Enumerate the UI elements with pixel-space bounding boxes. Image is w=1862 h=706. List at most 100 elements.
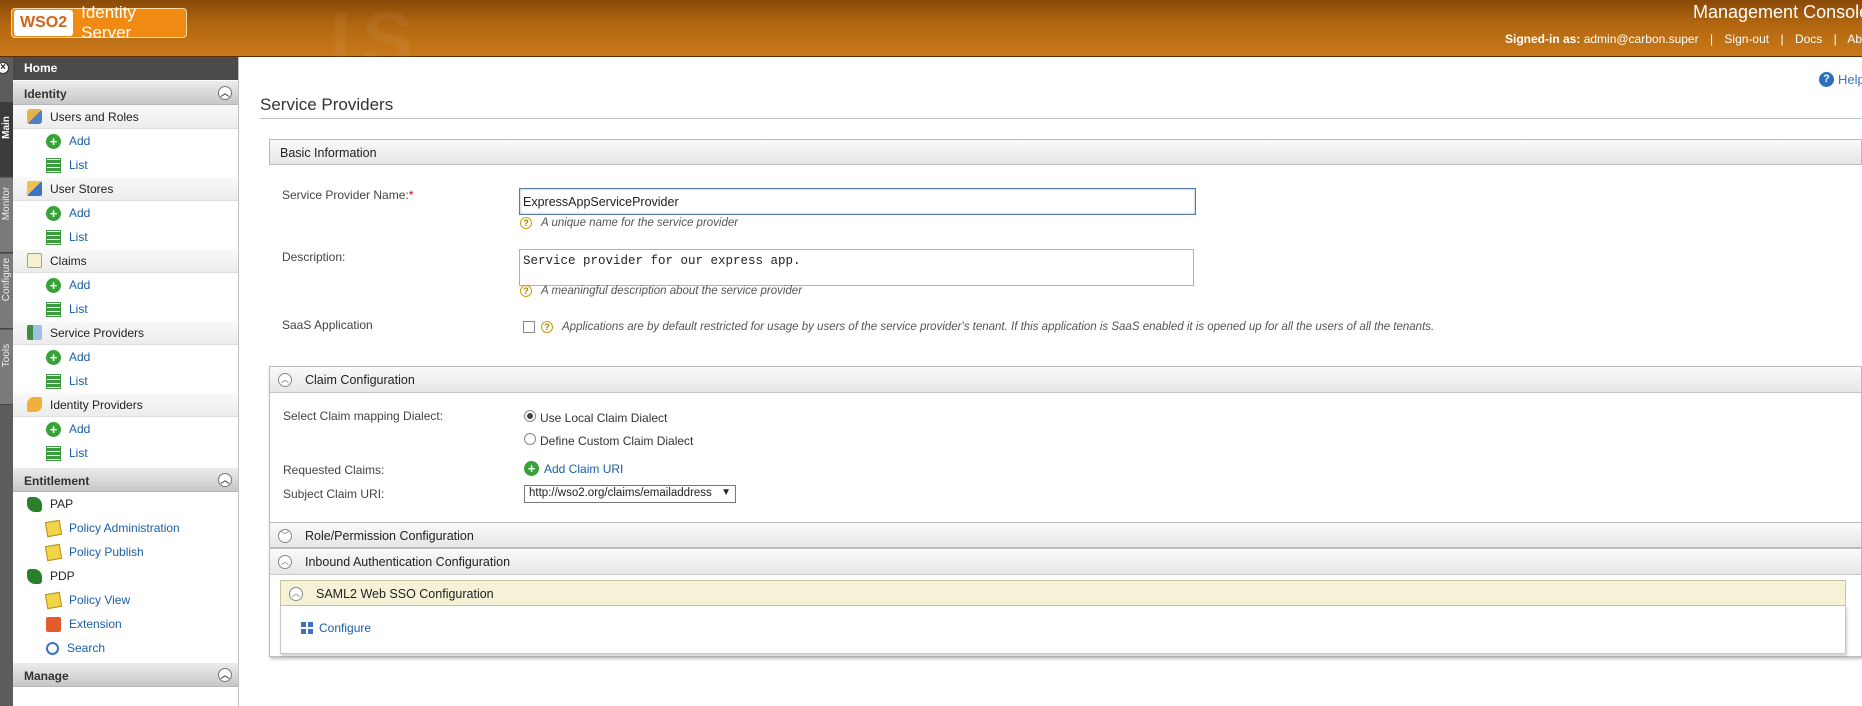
inbound-auth-header[interactable]: ︿ Inbound Authentication Configuration bbox=[270, 549, 1861, 575]
sidebar-item-users-and-roles[interactable]: Users and Roles bbox=[13, 105, 238, 129]
add-icon: + bbox=[46, 277, 61, 293]
tab-main[interactable]: Main bbox=[0, 102, 13, 177]
add-icon: + bbox=[46, 421, 61, 437]
identity-providers-icon bbox=[27, 397, 42, 412]
section-title: Manage bbox=[24, 669, 69, 683]
add-icon: + bbox=[46, 349, 61, 365]
sidebar-item-identity-providers-add[interactable]: + Add bbox=[13, 417, 238, 441]
policy-publish-icon bbox=[44, 543, 63, 561]
chevron-up-icon[interactable]: ︿ bbox=[278, 555, 292, 569]
help-question-icon: ? bbox=[520, 217, 532, 229]
panel-header: Basic Information bbox=[270, 140, 1861, 164]
claims-icon bbox=[27, 253, 42, 268]
section-entitlement[interactable]: Entitlement ︿ bbox=[13, 467, 238, 492]
chevron-up-icon[interactable]: ︿ bbox=[289, 587, 303, 601]
role-permission-header[interactable]: ﹀ Role/Permission Configuration bbox=[270, 523, 1861, 547]
docs-link[interactable]: Docs bbox=[1795, 32, 1822, 46]
sidebar-item-policy-administration[interactable]: Policy Administration bbox=[13, 516, 238, 540]
sidebar-item-service-providers-list[interactable]: List bbox=[13, 369, 238, 393]
sidebar-item-service-providers-add[interactable]: + Add bbox=[13, 345, 238, 369]
sidebar-item-users-add[interactable]: + Add bbox=[13, 129, 238, 153]
saml-sso-header[interactable]: ︿ SAML2 Web SSO Configuration bbox=[280, 580, 1846, 606]
sidebar-item-service-providers[interactable]: Service Providers bbox=[13, 321, 238, 345]
configure-icon bbox=[301, 622, 313, 634]
section-manage[interactable]: Manage ︿ bbox=[13, 662, 238, 687]
sidebar-item-pap[interactable]: PAP bbox=[13, 492, 238, 516]
saas-hint: ? Applications are by default restricted … bbox=[541, 321, 1434, 333]
basic-information-panel: Basic Information bbox=[269, 139, 1862, 165]
sp-name-hint: ? A unique name for the service provider bbox=[520, 217, 738, 229]
chevron-up-icon[interactable]: ︿ bbox=[278, 373, 292, 387]
description-textarea[interactable]: Service provider for our express app. bbox=[519, 249, 1194, 286]
sidebar-item-policy-view[interactable]: Policy View bbox=[13, 588, 238, 612]
add-claim-uri-link[interactable]: + Add Claim URI bbox=[524, 461, 623, 476]
section-identity[interactable]: Identity ︿ bbox=[13, 80, 238, 105]
tab-configure[interactable]: Configure bbox=[0, 254, 13, 329]
inbound-auth-panel: ︿ Inbound Authentication Configuration ︿… bbox=[269, 548, 1862, 657]
logo-product: Identity Server bbox=[81, 3, 136, 42]
chevron-up-icon[interactable]: ︿ bbox=[218, 473, 232, 487]
custom-dialect-radio[interactable] bbox=[524, 433, 536, 445]
list-icon bbox=[46, 301, 61, 317]
sidebar-item-identity-providers-list[interactable]: List bbox=[13, 441, 238, 465]
subject-claim-select[interactable]: http://wso2.org/claims/emailaddress ▼ bbox=[524, 485, 736, 503]
local-dialect-radio[interactable] bbox=[524, 410, 536, 422]
header-bar: IS WSO2 Identity Server Management Conso… bbox=[0, 0, 1862, 83]
tab-monitor[interactable]: Monitor bbox=[0, 178, 13, 253]
sidebar-item-claims[interactable]: Claims bbox=[13, 249, 238, 273]
signed-in-label: Signed-in as: bbox=[1505, 32, 1581, 46]
chevron-up-icon[interactable]: ︿ bbox=[218, 86, 232, 100]
list-icon bbox=[46, 229, 61, 245]
sidebar-item-pdp[interactable]: PDP bbox=[13, 564, 238, 588]
sidebar-home[interactable]: Home bbox=[13, 57, 238, 80]
dialect-label: Select Claim mapping Dialect: bbox=[283, 409, 444, 423]
product-logo[interactable]: WSO2 Identity Server bbox=[11, 3, 187, 42]
users-roles-icon bbox=[27, 109, 42, 124]
sidebar-item-identity-providers[interactable]: Identity Providers bbox=[13, 393, 238, 417]
separator: | bbox=[1709, 32, 1714, 46]
sidebar-item-claims-list[interactable]: List bbox=[13, 297, 238, 321]
dropdown-arrow-icon: ▼ bbox=[721, 487, 731, 498]
local-dialect-label: Use Local Claim Dialect bbox=[540, 411, 668, 425]
service-providers-icon bbox=[27, 325, 42, 340]
sidebar-item-claims-add[interactable]: + Add bbox=[13, 273, 238, 297]
sidebar: Home Identity ︿ Users and Roles + Add Lis… bbox=[13, 57, 239, 706]
help-link[interactable]: ? Help bbox=[1819, 72, 1862, 87]
chevron-up-icon[interactable]: ︿ bbox=[218, 668, 232, 682]
list-icon bbox=[46, 445, 61, 461]
sidebar-item-user-stores-list[interactable]: List bbox=[13, 225, 238, 249]
sp-name-input[interactable] bbox=[519, 188, 1196, 215]
help-icon: ? bbox=[1819, 72, 1834, 87]
sign-out-link[interactable]: Sign-out bbox=[1724, 32, 1769, 46]
sidebar-item-policy-publish[interactable]: Policy Publish bbox=[13, 540, 238, 564]
custom-dialect-label: Define Custom Claim Dialect bbox=[540, 434, 694, 448]
sidebar-item-users-list[interactable]: List bbox=[13, 153, 238, 177]
description-label: Description: bbox=[282, 250, 346, 264]
add-icon: + bbox=[46, 205, 61, 221]
main-content: ? Help Service Providers Basic Informati… bbox=[239, 57, 1862, 706]
about-link[interactable]: About bbox=[1847, 32, 1862, 46]
pap-icon bbox=[27, 496, 42, 512]
sidebar-item-extension[interactable]: Extension bbox=[13, 612, 238, 636]
saml-configure-link[interactable]: Configure bbox=[301, 621, 371, 635]
sidebar-item-search[interactable]: Search bbox=[13, 636, 238, 660]
description-hint: ? A meaningful description about the serv… bbox=[520, 285, 802, 297]
inbound-auth-body: ︿ SAML2 Web SSO Configuration Configure bbox=[270, 575, 1862, 657]
list-icon bbox=[46, 157, 61, 173]
separator: | bbox=[1780, 32, 1784, 46]
policy-icon bbox=[44, 519, 63, 537]
page-title: Service Providers bbox=[260, 95, 394, 114]
saas-checkbox[interactable] bbox=[523, 321, 535, 333]
sidebar-item-user-stores-add[interactable]: + Add bbox=[13, 201, 238, 225]
pdp-icon bbox=[27, 568, 42, 584]
sidebar-item-user-stores[interactable]: User Stores bbox=[13, 177, 238, 201]
help-question-icon: ? bbox=[520, 285, 532, 297]
tab-tools[interactable]: Tools bbox=[0, 330, 13, 405]
chevron-down-icon[interactable]: ﹀ bbox=[278, 529, 292, 543]
subject-claim-label: Subject Claim URI: bbox=[283, 487, 385, 501]
section-title: Entitlement bbox=[24, 474, 90, 488]
help-question-icon: ? bbox=[541, 321, 553, 333]
extension-icon bbox=[46, 616, 61, 632]
claim-configuration-header[interactable]: ︿ Claim Configuration bbox=[270, 367, 1861, 393]
sp-name-label: Service Provider Name:* bbox=[282, 188, 414, 202]
